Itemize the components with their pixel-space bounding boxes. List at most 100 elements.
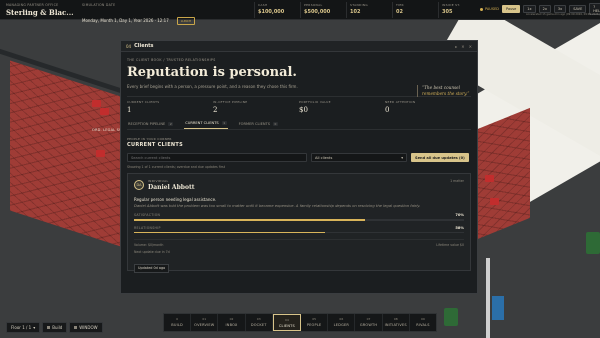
search-input[interactable] [127, 153, 307, 162]
nav-rivals[interactable]: 09 RIVALS [410, 314, 436, 331]
tab-label: CURRENT CLIENTS [185, 121, 219, 125]
client-card[interactable]: DA INDIVIDUAL Daniel Abbott 1 matter Reg… [127, 173, 471, 273]
relationship-label: RELATIONSHIP [134, 225, 161, 230]
nav-people[interactable]: 05 PEOPLE [301, 314, 329, 331]
nav-number: 06 [339, 317, 344, 321]
minimize-icon[interactable]: ✕ [461, 44, 464, 49]
tab-reception-pipeline[interactable]: RECEPTION PIPELINE 2 [127, 119, 174, 129]
paused-indicator: PAUSED [480, 7, 499, 11]
metric-label: NEED ATTENTION [385, 100, 416, 104]
tab-former-clients[interactable]: FORMER CLIENTS 0 [238, 119, 279, 129]
volume-note: Volume: $0/month [134, 243, 164, 247]
nav-number: 01 [202, 317, 207, 321]
speed-3x-button[interactable]: 3x [553, 5, 567, 13]
client-tabs: RECEPTION PIPELINE 2 CURRENT CLIENTS 1 F… [127, 119, 471, 130]
nav-clients[interactable]: 04 CLIENTS [272, 314, 302, 331]
tab-current-clients[interactable]: CURRENT CLIENTS 1 [184, 119, 228, 129]
nav-label: INBOX [225, 323, 238, 327]
stat-cash: CASH $100,000 [254, 2, 300, 18]
metrics-row: CURRENT CLIENTS 1 IN-OFFICE PIPELINE 2 P… [127, 96, 471, 118]
furniture-desk[interactable] [92, 100, 101, 107]
send-updates-button[interactable]: Send all due updates (0) [411, 153, 469, 162]
window-mode-button[interactable]: WINDOW [69, 322, 103, 333]
nav-number: 08 [393, 317, 398, 321]
nav-docket[interactable]: 03 DOCKET [246, 314, 273, 331]
satisfaction-fill [134, 219, 365, 221]
stat-value: 02 [396, 9, 403, 15]
firm-label: MANAGING PARTNER OFFICE [6, 3, 59, 7]
nav-label: OVERVIEW [194, 323, 215, 327]
firm-name[interactable]: Sterling & Blac... [6, 8, 74, 17]
filter-row: All clients ▾ Send all due updates (0) [127, 153, 471, 162]
speed-2x-button[interactable]: 2x [538, 5, 551, 13]
metric-label: CURRENT CLIENTS [127, 100, 160, 104]
window-label: WINDOW [79, 325, 98, 330]
metric-label: PORTFOLIO VALUE [299, 100, 331, 104]
panel-number: 04 [126, 43, 132, 49]
client-name[interactable]: Daniel Abbott [148, 184, 195, 191]
window-icon [74, 326, 78, 329]
pause-button[interactable]: Pause [501, 5, 521, 13]
nav-label: CLIENTS [278, 324, 295, 328]
updated-button[interactable]: Updated 0d ago [134, 263, 170, 273]
date-text: Monday, Month 1, Day 1, Year 2026 · 12:1… [82, 18, 169, 23]
stat-inside: INSIDE ST. 305 [438, 2, 484, 18]
metric-portfolio: PORTFOLIO VALUE $0 [299, 97, 385, 118]
stats-bar: CASH $100,000 PERSONAL $500,000 STANDING… [254, 2, 484, 18]
save-button[interactable]: SAVE [569, 5, 587, 13]
metric-pipeline: IN-OFFICE PIPELINE 2 [213, 97, 299, 118]
nav-initiatives[interactable]: 08 INITIATIVES [383, 314, 410, 331]
metric-attention: NEED ATTENTION 0 [385, 97, 471, 118]
chevron-down-icon: ▾ [33, 325, 36, 330]
nav-label: GROWTH [359, 323, 378, 327]
nav-inbox[interactable]: 02 INBOX [218, 314, 246, 331]
paused-label: PAUSED [485, 7, 499, 11]
street-object [492, 296, 504, 320]
relationship-fill [134, 231, 326, 233]
nav-number: 04 [285, 318, 289, 322]
quote-emphasis: remembers the story.” [422, 91, 470, 96]
nav-label: PEOPLE [306, 323, 322, 327]
floor-controls: Floor 1 / 1 ▾ Build WINDOW [6, 322, 103, 333]
floor-selector[interactable]: Floor 1 / 1 ▾ [6, 322, 41, 333]
close-icon[interactable]: ✕ [469, 44, 472, 49]
card-meta: Volume: $0/month Lifetime value $0 [134, 239, 464, 247]
build-icon [47, 326, 51, 329]
bottom-nav: 0 BUILD 01 OVERVIEW 02 INBOX 03 DOCKET 0… [163, 313, 437, 332]
stat-value: 102 [350, 9, 361, 15]
quote-text: “The best counsel [422, 85, 460, 90]
nav-build[interactable]: 0 BUILD [164, 314, 192, 331]
nav-growth[interactable]: 07 GROWTH [355, 314, 383, 331]
furniture-desk[interactable] [485, 175, 494, 182]
furniture-desk[interactable] [490, 198, 499, 205]
nav-number: 05 [312, 317, 317, 321]
card-header: DA INDIVIDUAL Daniel Abbott [134, 179, 464, 191]
speed-1x-button[interactable]: 1x [523, 5, 536, 13]
date-label: SIMULATION DATE [82, 3, 116, 7]
nav-label: DOCKET [250, 323, 267, 327]
expand-icon[interactable]: ▸ [455, 44, 457, 49]
furniture-desk[interactable] [100, 108, 109, 115]
nav-label: RIVALS [416, 323, 430, 327]
metric-current-clients: CURRENT CLIENTS 1 [127, 97, 213, 118]
stat-tier: TIER 02 [392, 2, 438, 18]
date-block: SIMULATION DATE Monday, Month 1, Day 1, … [82, 3, 196, 26]
stat-personal: PERSONAL $500,000 [300, 2, 346, 18]
client-filter-select[interactable]: All clients ▾ [311, 153, 407, 162]
clients-panel: 04 Clients ▸ ✕ ✕ THE CLIENT BOOK / TRUST… [120, 40, 478, 294]
nav-number: 09 [421, 317, 425, 321]
firm-block: MANAGING PARTNER OFFICE Sterling & Blac.… [6, 3, 74, 17]
relationship-value: 58% [455, 225, 464, 230]
build-button[interactable]: Build [42, 322, 68, 333]
panel-title: Clients [134, 43, 154, 49]
nav-ledger[interactable]: 06 LEDGER [328, 314, 356, 331]
furniture-desk[interactable] [96, 150, 105, 157]
nav-overview[interactable]: 01 OVERVIEW [191, 314, 219, 331]
client-type: INDIVIDUAL [148, 179, 169, 183]
stat-label: TIER [396, 3, 404, 7]
accel-note: Accelerated 1h game-min ago (09:09:2026,… [526, 13, 600, 16]
stat-label: STANDING [350, 3, 368, 7]
lifetime-note: Lifetime value $0 [436, 243, 464, 247]
satisfaction-value: 70% [455, 213, 464, 217]
lunch-badge[interactable]: LUNCH [176, 17, 196, 25]
